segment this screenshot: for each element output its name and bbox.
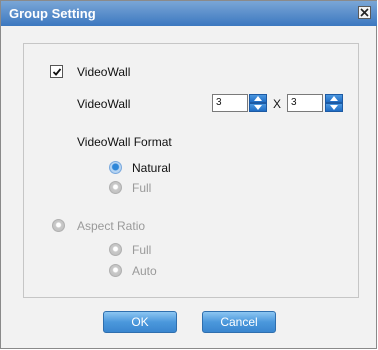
ok-button[interactable]: OK	[103, 311, 177, 333]
format-full-label: Full	[132, 181, 152, 195]
videowall-checkbox[interactable]	[50, 65, 63, 78]
videowall-size-label: VideoWall	[77, 97, 131, 111]
group-setting-dialog: Group Setting VideoWall VideoWall 3 X 3	[0, 0, 377, 349]
cancel-button[interactable]: Cancel	[202, 311, 276, 333]
format-full-radio[interactable]	[109, 181, 122, 194]
videowall-checkbox-label: VideoWall	[77, 65, 131, 79]
arrow-up-icon	[330, 96, 338, 101]
rows-stepper	[249, 94, 267, 112]
arrow-down-icon	[330, 105, 338, 110]
aspect-full-radio[interactable]	[109, 243, 122, 256]
title-bar[interactable]: Group Setting	[1, 1, 377, 26]
videowall-format-label: VideoWall Format	[77, 135, 172, 149]
format-natural-label: Natural	[132, 161, 171, 175]
cols-stepper	[325, 94, 343, 112]
aspect-auto-radio[interactable]	[109, 264, 122, 277]
cols-decrement-button[interactable]	[325, 103, 343, 112]
rows-increment-button[interactable]	[249, 94, 267, 103]
settings-panel	[23, 43, 359, 298]
cols-increment-button[interactable]	[325, 94, 343, 103]
close-icon	[360, 8, 369, 17]
checkmark-icon	[52, 67, 61, 76]
arrow-up-icon	[254, 96, 262, 101]
arrow-down-icon	[254, 105, 262, 110]
aspect-ratio-label: Aspect Ratio	[77, 219, 146, 233]
cols-input[interactable]: 3	[287, 94, 323, 112]
aspect-full-label: Full	[132, 243, 152, 257]
dimension-separator: X	[273, 97, 282, 111]
close-button[interactable]	[358, 6, 371, 19]
dialog-title: Group Setting	[9, 6, 96, 21]
aspect-auto-label: Auto	[132, 264, 157, 278]
aspect-ratio-radio[interactable]	[52, 219, 65, 232]
format-natural-radio[interactable]	[109, 161, 122, 174]
rows-decrement-button[interactable]	[249, 103, 267, 112]
rows-input[interactable]: 3	[212, 94, 248, 112]
